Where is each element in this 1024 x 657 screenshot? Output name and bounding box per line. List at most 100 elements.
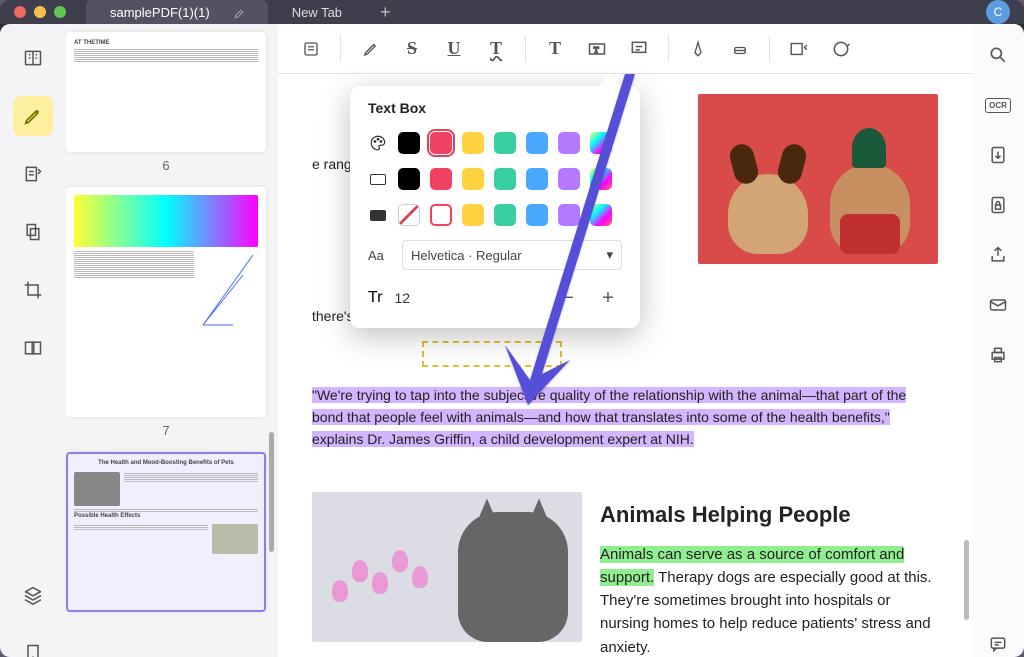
minimize-window-button[interactable] — [34, 6, 46, 18]
note-tool[interactable] — [294, 32, 328, 66]
font-select[interactable]: Helvetica · Regular ▾ — [402, 240, 622, 270]
thumbnail-panel: AT THETIME 6 7 — [66, 24, 278, 657]
color-swatch-yellow[interactable] — [462, 168, 484, 190]
lock-button[interactable] — [983, 190, 1013, 220]
strikethrough-tool[interactable]: S — [395, 32, 429, 66]
thumb-number: 6 — [66, 158, 266, 173]
thumb-image — [74, 195, 258, 247]
popover-title: Text Box — [368, 100, 622, 116]
color-swatch-none[interactable] — [398, 204, 420, 226]
add-tab-button[interactable]: + — [366, 0, 405, 24]
color-swatch-teal[interactable] — [494, 204, 516, 226]
convert-button[interactable] — [983, 140, 1013, 170]
layers-button[interactable] — [13, 575, 53, 615]
thumb-title: The Health and Mood-Boosting Benefits of… — [74, 460, 258, 468]
maximize-window-button[interactable] — [54, 6, 66, 18]
thumb-title: AT THETIME — [74, 40, 258, 48]
textbox-style-popover: Text Box — [350, 86, 640, 328]
tab-label: samplePDF(1)(1) — [110, 5, 210, 20]
textbox-placeholder[interactable] — [422, 341, 562, 367]
color-swatch-blue[interactable] — [526, 168, 548, 190]
page-thumbnail-8[interactable]: The Health and Mood-Boosting Benefits of… — [66, 452, 266, 612]
left-sidebar — [0, 24, 66, 657]
close-window-button[interactable] — [14, 6, 26, 18]
tab-bar: samplePDF(1)(1) New Tab + — [86, 0, 986, 24]
color-swatch-gradient[interactable] — [590, 132, 612, 154]
eraser-tool[interactable] — [723, 32, 757, 66]
bookmark-button[interactable] — [13, 633, 53, 657]
share-button[interactable] — [983, 240, 1013, 270]
secondary-image — [312, 492, 582, 642]
color-swatch-red[interactable] — [430, 132, 452, 154]
color-swatch-purple[interactable] — [558, 168, 580, 190]
thumb-number: 7 — [66, 423, 266, 438]
content-area: AT THETIME 6 7 — [0, 24, 1024, 657]
color-swatch-red[interactable] — [430, 168, 452, 190]
color-swatch-gradient[interactable] — [590, 168, 612, 190]
underline-tool[interactable]: U — [437, 32, 471, 66]
wavy-underline-tool[interactable]: T — [479, 32, 513, 66]
font-label: Aa — [368, 248, 390, 263]
color-swatch-purple[interactable] — [558, 204, 580, 226]
chevron-down-icon: ▾ — [606, 247, 613, 263]
color-swatch-black[interactable] — [398, 132, 420, 154]
palette-icon — [368, 135, 388, 151]
crop-tool-button[interactable] — [13, 270, 53, 310]
pages-tool-button[interactable] — [13, 212, 53, 252]
highlight-tool-button[interactable] — [13, 96, 53, 136]
color-swatch-yellow[interactable] — [462, 132, 484, 154]
font-row: Aa Helvetica · Regular ▾ — [368, 240, 622, 270]
decrease-size-button[interactable]: − — [554, 284, 582, 312]
tab-active[interactable]: samplePDF(1)(1) — [86, 0, 268, 24]
color-swatch-purple[interactable] — [558, 132, 580, 154]
page-thumbnail-6[interactable]: AT THETIME — [66, 32, 266, 152]
highlighted-quote: "We're trying to tap into the subjective… — [312, 387, 906, 446]
thumb-subtitle: Possible Health Effects — [74, 513, 258, 521]
border-color-row — [368, 168, 622, 190]
pencil-icon[interactable] — [234, 7, 244, 17]
color-swatch-black[interactable] — [398, 168, 420, 190]
font-value: Helvetica · Regular — [411, 248, 522, 263]
color-swatch-red[interactable] — [430, 204, 452, 226]
text-tool[interactable]: T — [538, 32, 572, 66]
tab-label: New Tab — [292, 5, 342, 20]
highlighter-tool[interactable] — [353, 32, 387, 66]
print-button[interactable] — [983, 340, 1013, 370]
text-color-row — [368, 132, 622, 154]
color-swatch-teal[interactable] — [494, 132, 516, 154]
ocr-button[interactable]: OCR — [983, 90, 1013, 120]
mail-button[interactable] — [983, 290, 1013, 320]
edit-tool-button[interactable] — [13, 154, 53, 194]
comment-button[interactable] — [983, 629, 1013, 657]
fill-color-row — [368, 204, 622, 226]
search-button[interactable] — [983, 40, 1013, 70]
user-avatar[interactable]: C — [986, 0, 1010, 24]
fill-icon — [368, 207, 388, 223]
svg-text:T: T — [594, 45, 599, 54]
scrollbar-thumb[interactable] — [964, 540, 969, 620]
pen-tool[interactable] — [681, 32, 715, 66]
color-swatch-blue[interactable] — [526, 204, 548, 226]
increase-size-button[interactable]: + — [594, 284, 622, 312]
window-controls — [14, 6, 66, 18]
color-swatch-blue[interactable] — [526, 132, 548, 154]
right-sidebar: OCR — [972, 24, 1024, 657]
annotation-toolbar: S U T T T — [278, 24, 972, 74]
color-swatch-gradient[interactable] — [590, 204, 612, 226]
size-row: Tr 12 − + — [368, 284, 622, 312]
size-label: Tr — [368, 289, 383, 307]
border-icon — [368, 171, 388, 187]
size-value: 12 — [395, 290, 542, 306]
titlebar: samplePDF(1)(1) New Tab + C — [0, 0, 1024, 24]
shape-tool[interactable] — [782, 32, 816, 66]
textbox-tool[interactable]: T — [580, 32, 614, 66]
color-swatch-teal[interactable] — [494, 168, 516, 190]
color-swatch-yellow[interactable] — [462, 204, 484, 226]
tab-new[interactable]: New Tab — [268, 0, 366, 24]
hero-image — [698, 94, 938, 264]
stamp-tool[interactable] — [824, 32, 858, 66]
page-thumbnail-7[interactable] — [66, 187, 266, 417]
reader-mode-button[interactable] — [13, 38, 53, 78]
compare-tool-button[interactable] — [13, 328, 53, 368]
callout-tool[interactable] — [622, 32, 656, 66]
